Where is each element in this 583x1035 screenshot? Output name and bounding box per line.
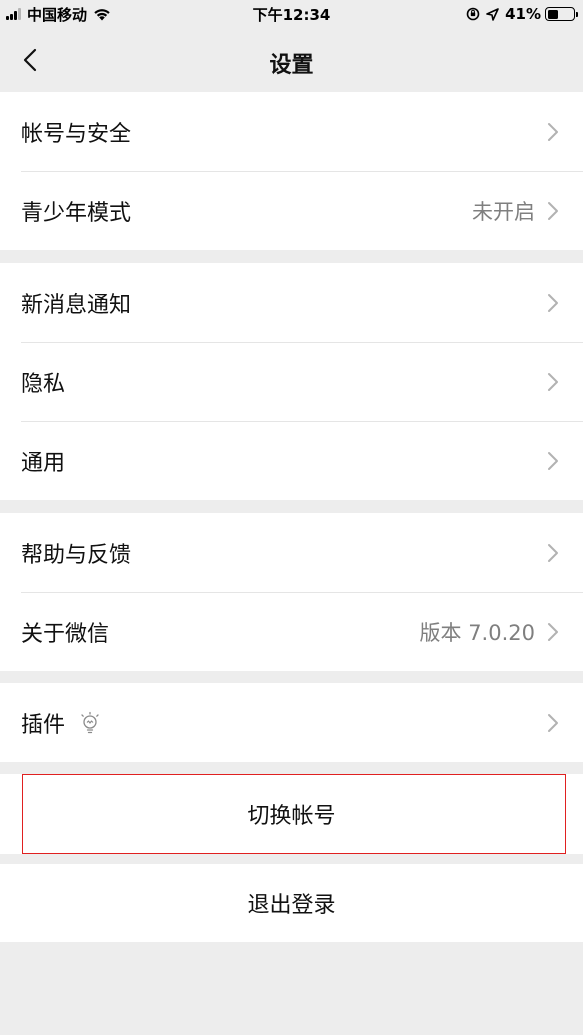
chevron-right-icon <box>548 293 558 312</box>
chevron-right-icon <box>548 451 558 470</box>
logout-label: 退出登录 <box>247 893 336 918</box>
settings-item-label: 青少年模式 <box>21 200 132 226</box>
chevron-right-icon <box>548 372 558 391</box>
page-title: 设置 <box>269 53 314 78</box>
settings-item-value: 未开启 <box>472 199 535 224</box>
battery-fill <box>547 9 558 19</box>
settings-item-label: 关于微信 <box>21 621 110 647</box>
status-bar: 中国移动 下午12:34 41% <box>0 0 583 30</box>
chevron-right-icon <box>548 622 558 641</box>
chevron-right-icon <box>548 122 558 141</box>
settings-item-label-wrap: 插件 <box>21 707 547 739</box>
nav-bar: 设置 <box>0 30 583 92</box>
settings-item-label: 通用 <box>21 450 66 476</box>
settings-group-about: 帮助与反馈 关于微信 版本 7.0.20 <box>0 513 583 671</box>
settings-group-plugins: 插件 <box>0 683 583 762</box>
status-right: 41% <box>466 4 578 24</box>
switch-account-label: 切换帐号 <box>247 804 336 829</box>
lightbulb-icon <box>81 711 99 733</box>
orientation-lock-icon <box>466 7 480 21</box>
settings-item-label: 插件 <box>21 712 66 738</box>
chevron-right-icon <box>548 543 558 562</box>
settings-item-label: 新消息通知 <box>21 292 132 318</box>
settings-item-teen-mode[interactable]: 青少年模式 未开启 <box>0 171 583 250</box>
logout-button[interactable]: 退出登录 <box>0 864 583 942</box>
settings-group-account: 帐号与安全 青少年模式 未开启 <box>0 92 583 250</box>
battery-percent: 41% <box>505 5 541 23</box>
switch-account-button[interactable]: 切换帐号 <box>0 774 583 854</box>
settings-item-account-security[interactable]: 帐号与安全 <box>0 92 583 171</box>
settings-item-general[interactable]: 通用 <box>0 421 583 500</box>
chevron-right-icon <box>548 201 558 220</box>
settings-item-plugins[interactable]: 插件 <box>0 683 583 762</box>
settings-item-label: 隐私 <box>21 371 66 397</box>
settings-item-help-feedback[interactable]: 帮助与反馈 <box>0 513 583 592</box>
settings-item-privacy[interactable]: 隐私 <box>0 342 583 421</box>
settings-item-label: 帮助与反馈 <box>21 542 132 568</box>
battery-icon <box>545 7 578 21</box>
settings-item-label: 帐号与安全 <box>21 121 132 147</box>
settings-item-value: 版本 7.0.20 <box>419 620 535 645</box>
location-icon <box>486 7 499 21</box>
chevron-right-icon <box>548 713 558 732</box>
settings-group-general: 新消息通知 隐私 通用 <box>0 263 583 500</box>
settings-item-about-wechat[interactable]: 关于微信 版本 7.0.20 <box>0 592 583 671</box>
settings-item-notifications[interactable]: 新消息通知 <box>0 263 583 342</box>
